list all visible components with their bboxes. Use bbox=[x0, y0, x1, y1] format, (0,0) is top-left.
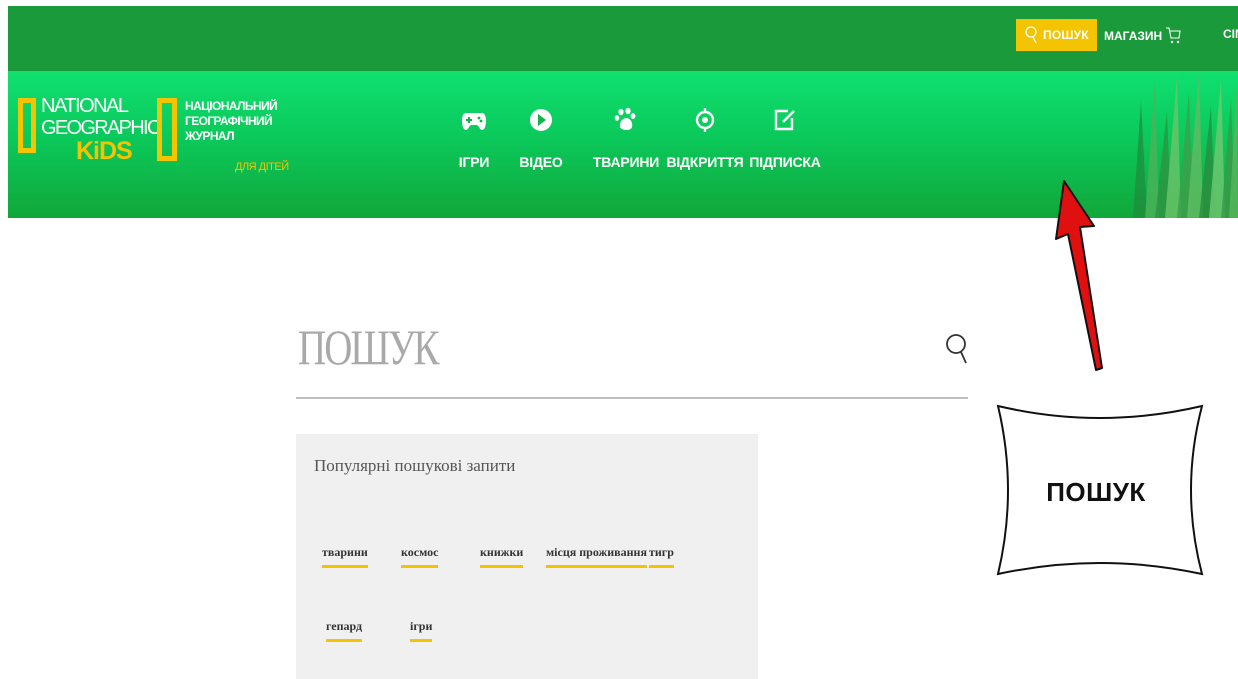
edit-icon bbox=[774, 109, 795, 131]
nav-subscription-label: ПІДПИСКА bbox=[749, 154, 821, 170]
popular-tag[interactable]: ігри bbox=[410, 619, 433, 642]
popular-searches-title: Популярні пошукові запити bbox=[314, 456, 516, 475]
nav-games-label: ІГРИ bbox=[458, 154, 490, 170]
logo-yellow-frame bbox=[157, 98, 177, 161]
popular-tag[interactable]: книжки bbox=[480, 545, 524, 568]
paw-icon bbox=[614, 107, 636, 130]
search-icon bbox=[1025, 26, 1037, 44]
natgeo-kids-logo[interactable]: NATIONAL GEOGRAPHIC KiDS bbox=[18, 95, 161, 195]
popular-tag[interactable]: космос bbox=[401, 545, 439, 568]
nav-animals-label: ТВАРИНИ bbox=[592, 154, 660, 170]
nav-discoveries[interactable]: ВІДКРИТТЯ bbox=[662, 107, 748, 187]
logo-line-1: NATIONAL bbox=[41, 95, 129, 117]
logo2-line-1: НАЦІОНАЛЬНИЙ bbox=[185, 99, 278, 113]
nav-games[interactable]: ІГРИ bbox=[454, 107, 494, 187]
gamepad-icon bbox=[462, 113, 486, 130]
popular-tag[interactable]: місця проживання bbox=[546, 545, 647, 568]
top-search-label: ПОШУК bbox=[1043, 28, 1089, 42]
top-shop-label: МАГАЗИН bbox=[1104, 29, 1163, 43]
callout-label: ПОШУК bbox=[1046, 477, 1146, 507]
top-bar: ПОШУК МАГАЗИН СІМ bbox=[8, 6, 1238, 71]
nav-video[interactable]: ВІДЕО bbox=[516, 107, 566, 187]
cart-icon bbox=[1166, 27, 1181, 44]
top-search-button[interactable]: ПОШУК bbox=[1016, 19, 1097, 51]
popular-searches-panel: Популярні пошукові запити тварини космос… bbox=[296, 434, 758, 679]
logo2-line-3: ЖУРНАЛ bbox=[185, 129, 235, 143]
grass-illustration bbox=[1133, 71, 1238, 218]
play-icon bbox=[530, 109, 552, 131]
search-submit-button[interactable] bbox=[942, 330, 974, 368]
search-underline bbox=[296, 397, 968, 399]
ua-magazine-logo[interactable]: НАЦІОНАЛЬНИЙ ГЕОГРАФІЧНИЙ ЖУРНАЛ ДЛЯ ДІТ… bbox=[157, 97, 292, 192]
logo-yellow-frame bbox=[18, 98, 36, 153]
logo2-line-4: ДЛЯ ДІТЕЙ bbox=[235, 161, 289, 173]
nav-subscription[interactable]: ПІДПИСКА bbox=[747, 107, 823, 187]
main-header: NATIONAL GEOGRAPHIC KiDS НАЦІОНАЛЬНИЙ ГЕ… bbox=[8, 71, 1238, 218]
logo-line-3: KiDS bbox=[76, 137, 133, 165]
popular-tag[interactable]: гепард bbox=[326, 619, 363, 642]
popular-tag[interactable]: тигр bbox=[649, 545, 674, 568]
nav-video-label: ВІДЕО bbox=[519, 154, 563, 170]
top-shop-link[interactable]: МАГАЗИН bbox=[1104, 26, 1181, 46]
nav-animals[interactable]: ТВАРИНИ bbox=[591, 107, 661, 187]
nav-discoveries-label: ВІДКРИТТЯ bbox=[666, 154, 744, 170]
target-icon bbox=[695, 108, 715, 132]
popular-tag[interactable]: тварини bbox=[322, 545, 368, 568]
top-family-link[interactable]: СІМ bbox=[1223, 27, 1238, 41]
logo2-line-2: ГЕОГРАФІЧНИЙ bbox=[185, 114, 273, 128]
search-icon bbox=[946, 334, 967, 364]
logo-line-2: GEOGRAPHIC bbox=[41, 117, 161, 139]
search-input[interactable] bbox=[298, 318, 918, 388]
